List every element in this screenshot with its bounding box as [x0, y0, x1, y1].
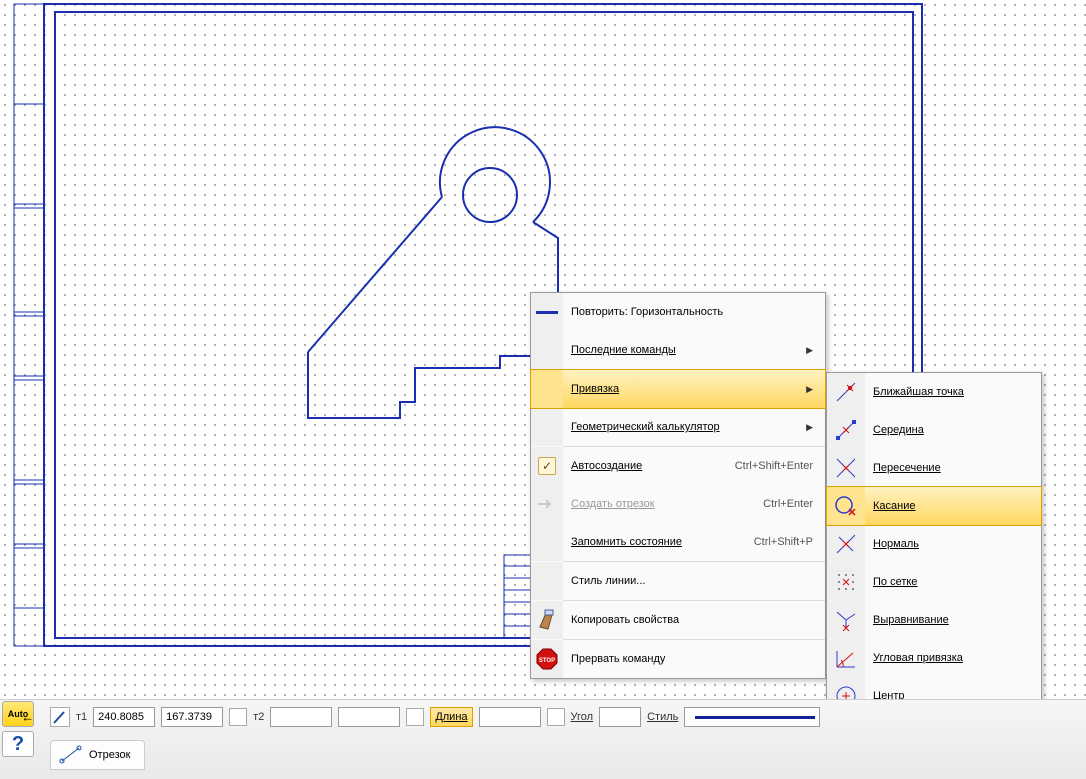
menu-linestyle[interactable]: Стиль линии... — [531, 562, 825, 600]
length-input[interactable] — [479, 707, 541, 727]
y2-input[interactable] — [338, 707, 400, 727]
t1-label: т1 — [76, 711, 87, 723]
svg-text:STOP: STOP — [539, 658, 555, 664]
x1-input[interactable] — [93, 707, 155, 727]
snap-intersection[interactable]: Пересечение — [827, 449, 1041, 487]
intersection-icon — [833, 455, 859, 481]
angular-icon — [833, 645, 859, 671]
menu-copyprops[interactable]: Копировать свойства — [531, 601, 825, 639]
snap-grid[interactable]: По сетке — [827, 563, 1041, 601]
chevron-right-icon: ▶ — [806, 422, 813, 433]
menu-repeat[interactable]: Повторить: Горизонтальность — [531, 293, 825, 331]
help-button[interactable]: ? — [2, 731, 34, 757]
y1-input[interactable] — [161, 707, 223, 727]
normal-icon — [833, 531, 859, 557]
lock1-icon[interactable] — [229, 708, 247, 726]
snap-midpoint[interactable]: Середина — [827, 411, 1041, 449]
snap-angular[interactable]: Угловая привязка — [827, 639, 1041, 677]
line-icon — [536, 311, 558, 314]
menu-savestate[interactable]: Запомнить состояние Ctrl+Shift+P — [531, 523, 825, 561]
chevron-right-icon: ▶ — [806, 384, 813, 395]
auto-button[interactable]: Auto — [2, 701, 34, 727]
menu-label: Повторить: Горизонтальность — [563, 306, 813, 318]
chevron-right-icon: ▶ — [806, 345, 813, 356]
context-menu: Повторить: Горизонтальность Последние ко… — [530, 292, 826, 679]
snap-submenu: Ближайшая точка Середина Пересечение Кас… — [826, 372, 1042, 754]
angle-input[interactable] — [599, 707, 641, 727]
align-icon — [833, 607, 859, 633]
snap-tangent[interactable]: Касание — [827, 487, 1041, 525]
stop-icon: STOP — [534, 646, 560, 672]
angle-label: Угол — [571, 711, 594, 723]
snap-align[interactable]: Выравнивание — [827, 601, 1041, 639]
t2-label: т2 — [253, 711, 264, 723]
create-icon — [534, 491, 560, 517]
style-sample — [695, 716, 815, 719]
menu-snap[interactable]: Привязка ▶ — [531, 370, 825, 408]
nearest-point-icon — [833, 379, 859, 405]
brush-icon — [534, 607, 560, 633]
snap-nearest[interactable]: Ближайшая точка — [827, 373, 1041, 411]
snap-normal[interactable]: Нормаль — [827, 525, 1041, 563]
check-icon: ✓ — [538, 457, 556, 475]
tangent-icon — [833, 493, 859, 519]
lock3-icon[interactable] — [547, 708, 565, 726]
pick-point-icon[interactable] — [50, 707, 70, 727]
x2-input[interactable] — [270, 707, 332, 727]
menu-autocreate[interactable]: ✓ Автосоздание Ctrl+Shift+Enter — [531, 447, 825, 485]
midpoint-icon — [833, 417, 859, 443]
length-label: Длина — [430, 707, 472, 727]
coordinate-row: т1 т2 Длина Угол Стиль — [50, 705, 820, 729]
tool-tab-label: Отрезок — [89, 749, 130, 761]
menu-create-segment: Создать отрезок Ctrl+Enter — [531, 485, 825, 523]
segment-icon — [59, 745, 83, 765]
lock2-icon[interactable] — [406, 708, 424, 726]
style-dropdown[interactable] — [684, 707, 820, 727]
menu-recent[interactable]: Последние команды ▶ — [531, 331, 825, 369]
tool-tab-segment[interactable]: Отрезок — [50, 740, 145, 770]
style-label: Стиль — [647, 711, 678, 723]
menu-abort[interactable]: STOP Прервать команду — [531, 640, 825, 678]
grid-icon — [833, 569, 859, 595]
menu-geomcalc[interactable]: Геометрический калькулятор ▶ — [531, 408, 825, 446]
